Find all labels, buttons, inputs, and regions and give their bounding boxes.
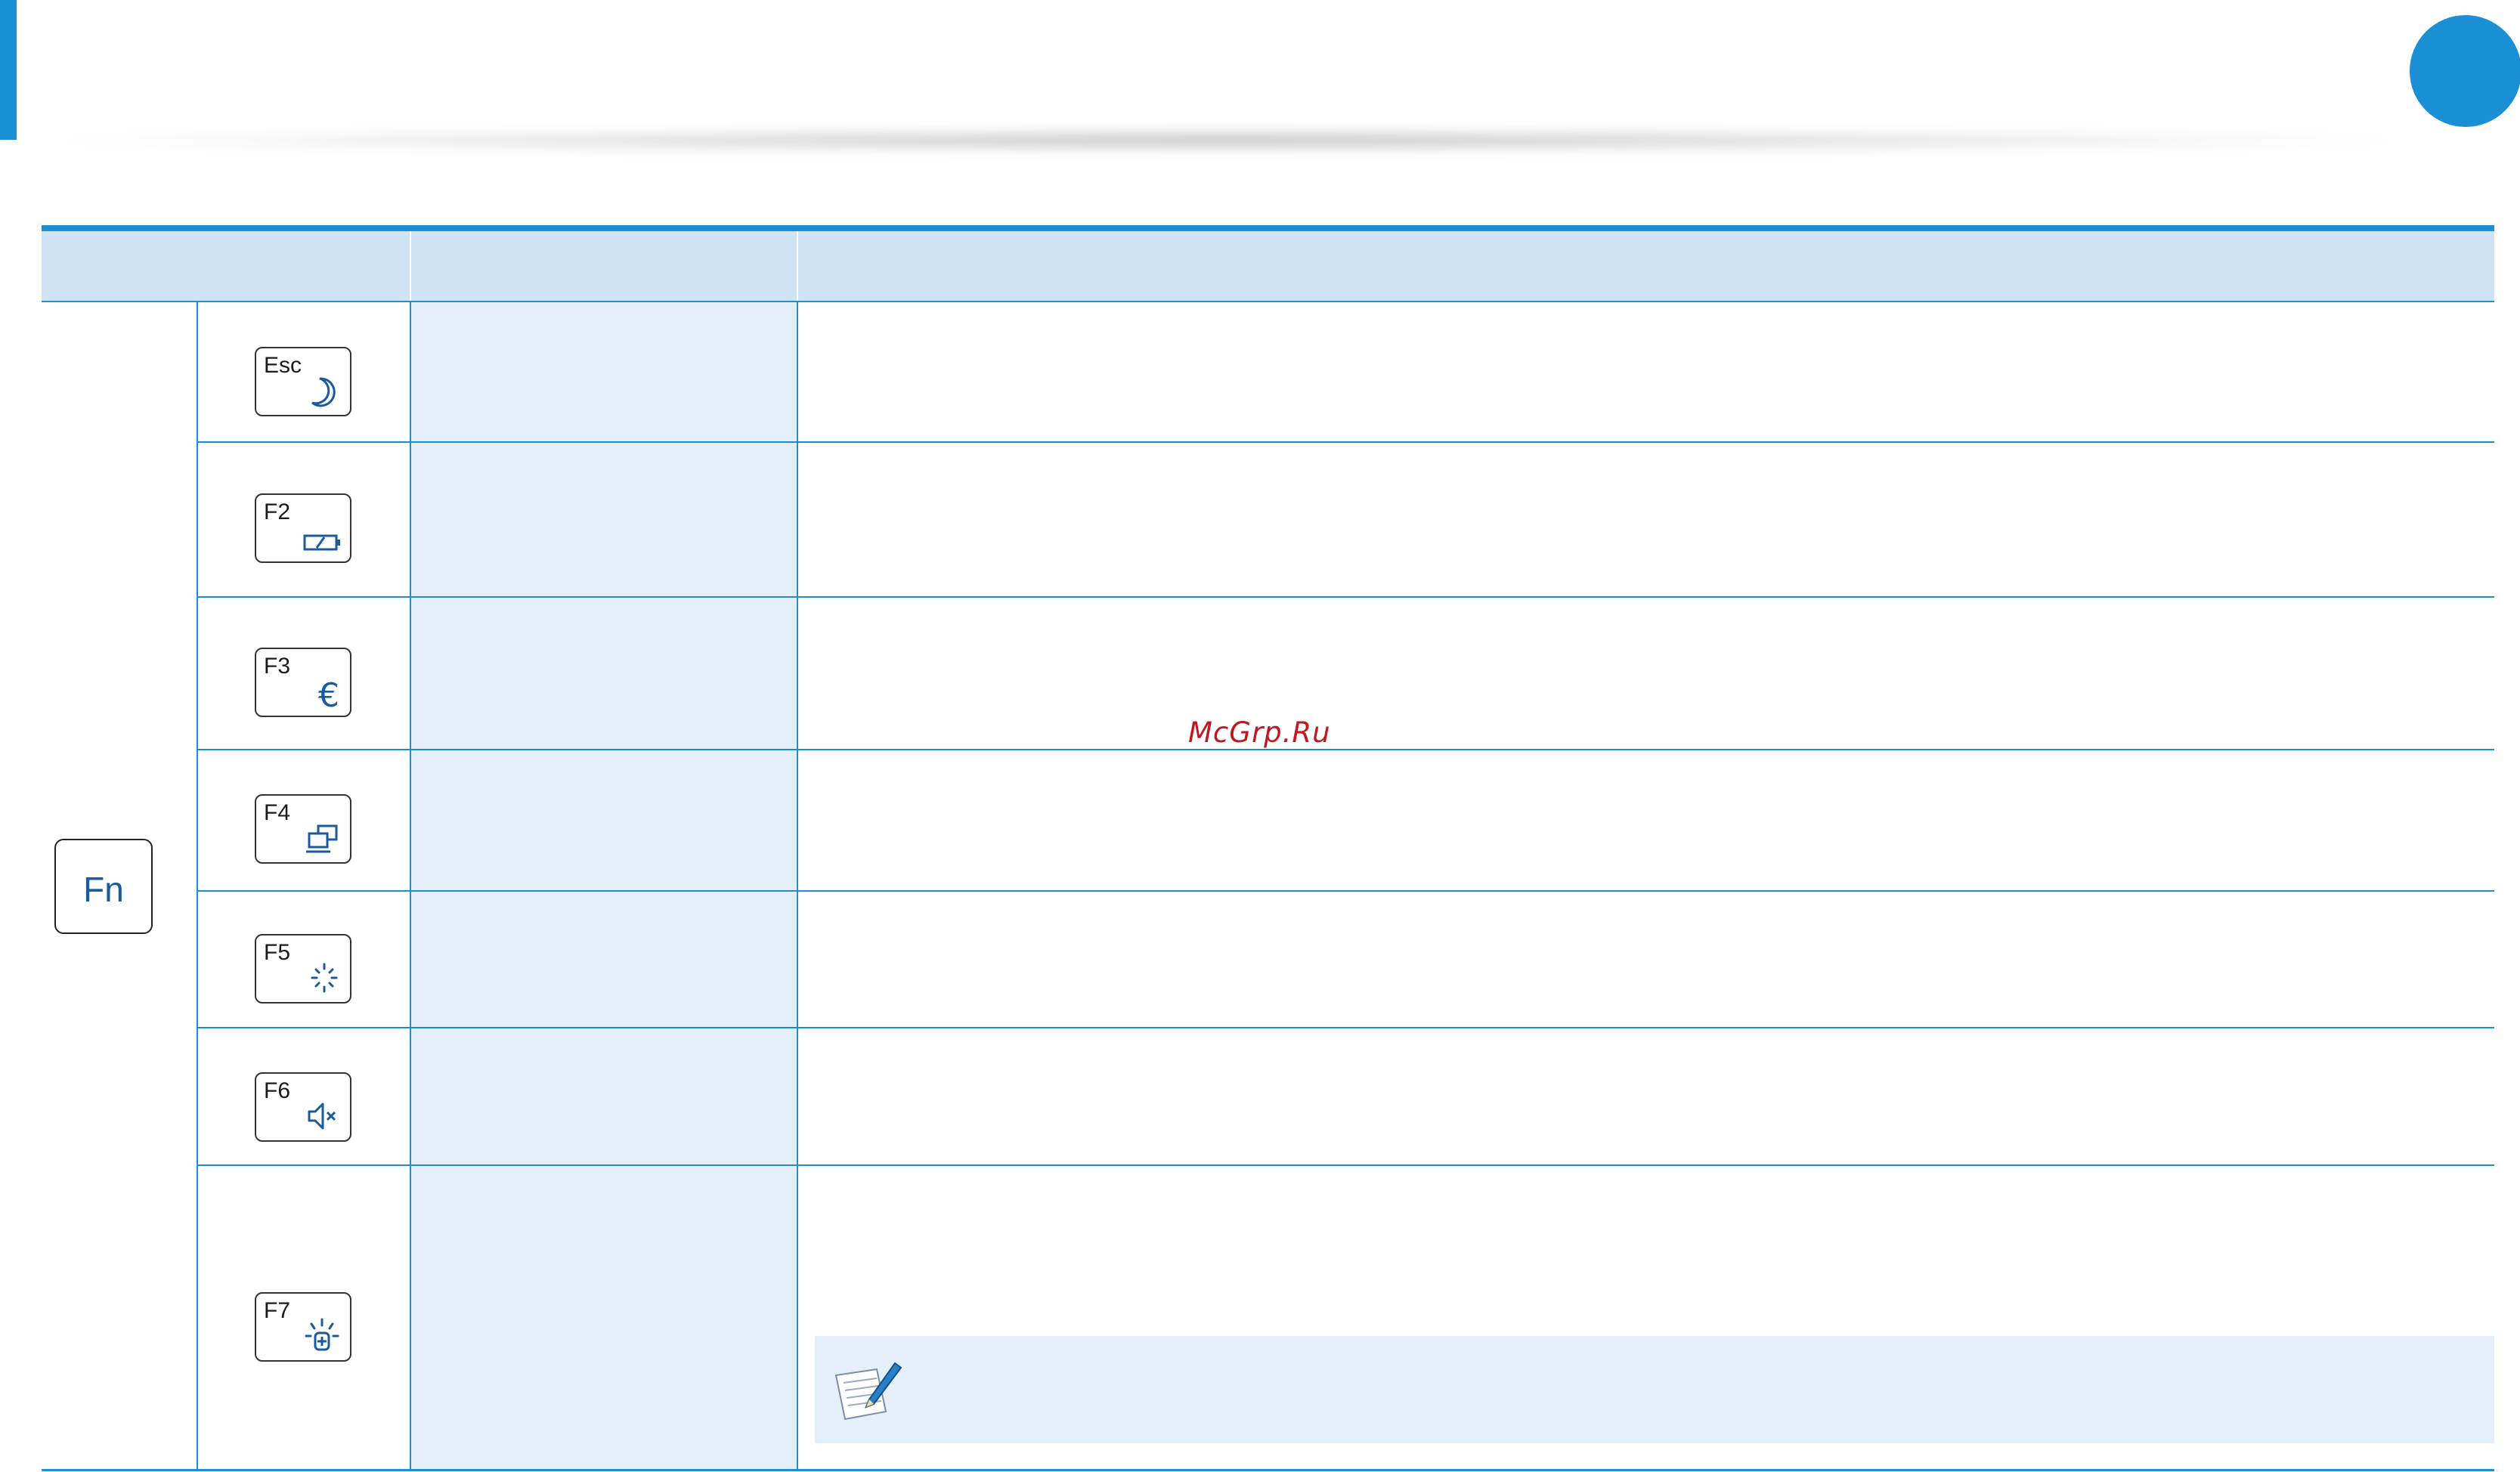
note-pencil-icon <box>834 1362 902 1421</box>
row-divider <box>197 749 2494 750</box>
col-divider-3 <box>797 302 798 1470</box>
row-divider <box>197 1027 2494 1028</box>
fn-key-label: Fn <box>83 870 124 909</box>
f3-key: F3 € <box>255 648 351 717</box>
header-shadow <box>23 127 2434 154</box>
table-top-rule <box>42 225 2494 231</box>
key-label: F2 <box>264 499 291 524</box>
column-header-description <box>798 231 2494 301</box>
key-label: F7 <box>264 1298 291 1323</box>
key-label: F5 <box>264 940 291 965</box>
note-box <box>815 1336 2494 1443</box>
euro-icon: € <box>318 676 339 710</box>
row-divider <box>197 596 2494 598</box>
moon-icon <box>311 377 336 407</box>
f2-key: F2 <box>255 493 351 563</box>
f7-key: F7 <box>255 1292 351 1362</box>
column-header-key <box>42 231 411 301</box>
key-label: F6 <box>264 1078 291 1103</box>
header-accent-bar <box>0 0 17 140</box>
f4-key: F4 <box>255 794 351 864</box>
watermark: McGrp.Ru <box>1188 716 1331 749</box>
display-switch-icon <box>306 824 338 853</box>
fn-key: Fn <box>54 839 153 934</box>
mute-icon <box>308 1102 336 1130</box>
col-divider-2 <box>410 302 411 1470</box>
name-column-bg <box>411 302 797 1470</box>
backlight-icon <box>305 1318 339 1351</box>
f6-key: F6 <box>255 1072 351 1142</box>
f5-key: F5 <box>255 934 351 1003</box>
row-divider <box>197 1164 2494 1166</box>
function-key-table <box>42 225 2494 1472</box>
key-label: F4 <box>264 800 291 825</box>
touchpad-icon <box>311 963 338 993</box>
table-header <box>42 231 2494 302</box>
key-label: Esc <box>264 353 302 378</box>
col-divider-1 <box>197 302 198 1470</box>
esc-key: Esc <box>255 347 351 416</box>
svg-text:€: € <box>318 676 339 710</box>
row-divider <box>197 890 2494 892</box>
page-indicator-circle <box>2410 15 2520 127</box>
row-divider <box>197 441 2494 443</box>
battery-icon <box>303 534 340 551</box>
key-label: F3 <box>264 654 291 679</box>
column-header-name <box>411 231 798 301</box>
